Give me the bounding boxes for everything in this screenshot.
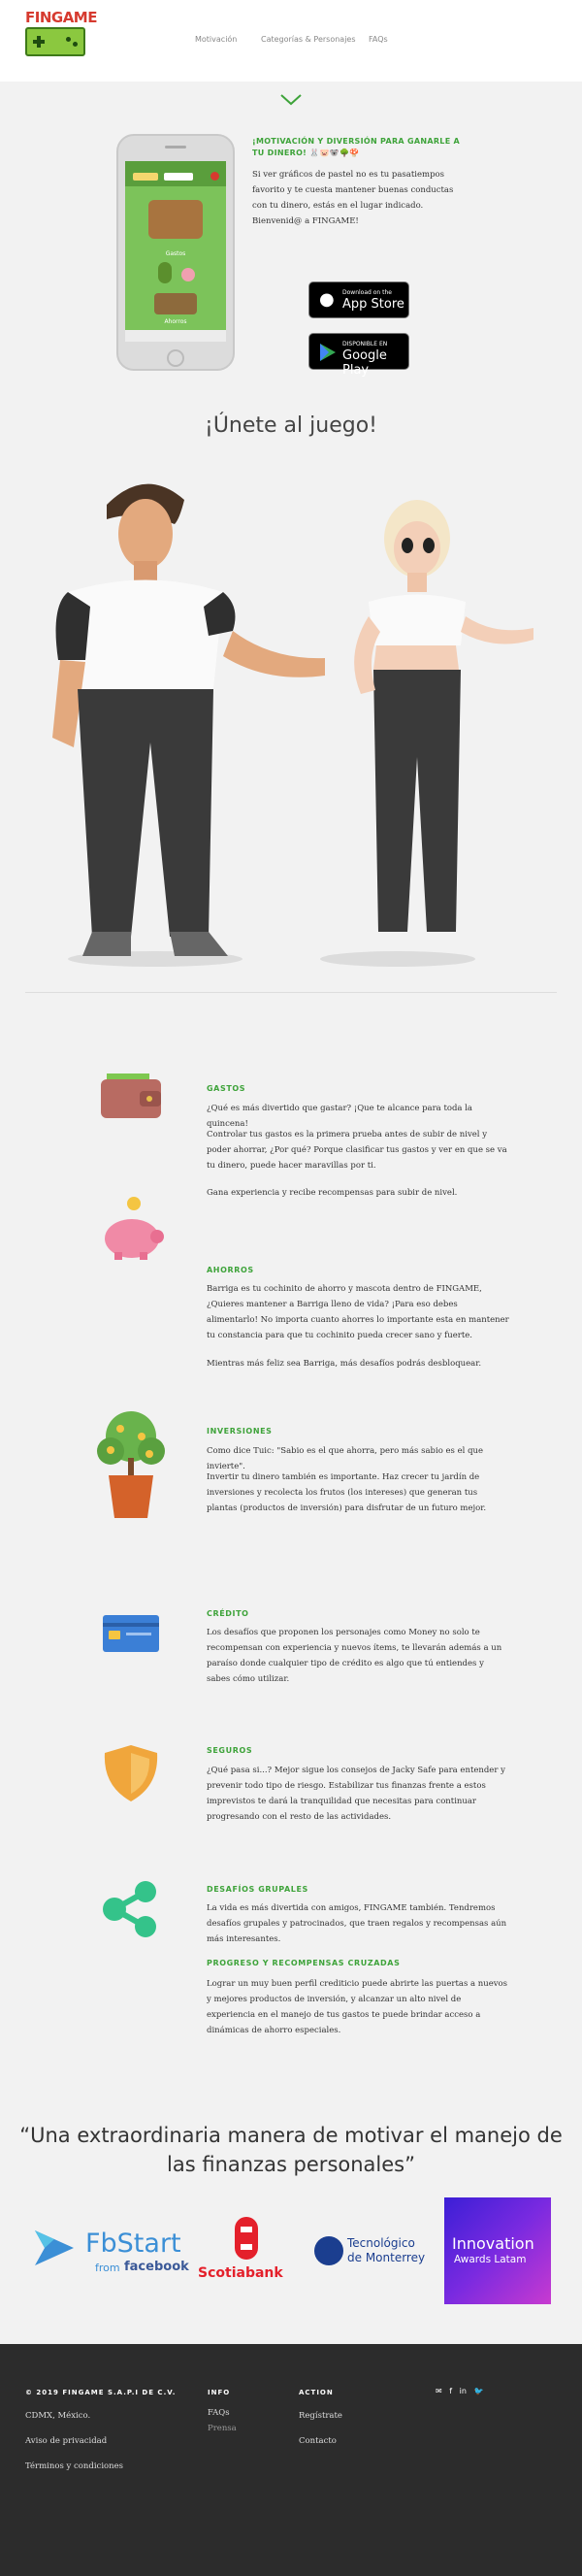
google-play-small-label: DISPONIBLE EN	[342, 341, 388, 347]
innovation-label: Innovation	[452, 2234, 534, 2253]
footer-copyright: © 2019 FINGAME S.A.P.I DE C.V.	[25, 2389, 177, 2396]
footer-privacy-link[interactable]: Aviso de privacidad	[25, 2436, 107, 2446]
footer-press-link[interactable]: Prensa	[208, 2424, 237, 2433]
feature-text-inversiones-2: Invertir tu dinero también es importante…	[207, 1472, 487, 1513]
footer-faqs-link[interactable]: FAQs	[208, 2408, 230, 2418]
tec-monterrey-logo[interactable]: Tecnológico de Monterrey	[314, 2234, 431, 2269]
scotiabank-s-icon	[235, 2217, 258, 2260]
brand-name: FINGAME	[25, 9, 97, 26]
section-divider	[25, 992, 557, 993]
testimonial-quote: “Una extraordinaria manera de motivar el…	[19, 2124, 563, 2176]
feature-text-gastos-2: Controlar tus gastos es la primera prueb…	[207, 1130, 507, 1171]
phone-mockup: Gastos Ahorros	[116, 134, 235, 371]
site-header: FINGAME Motivación Categorías & Personaj…	[0, 0, 582, 82]
scotiabank-logo[interactable]: Scotiabank	[198, 2217, 295, 2285]
feature-title-progreso: PROGRESO Y RECOMPENSAS CRUZADAS	[207, 1959, 401, 1967]
fbstart-from-label: from	[95, 2262, 120, 2274]
share-icon	[103, 1881, 156, 1937]
feature-text-ahorros-2: Mientras más feliz sea Barriga, más desa…	[207, 1359, 482, 1369]
nav-motivacion[interactable]: Motivación	[195, 35, 237, 44]
footer-location: CDMX, México.	[25, 2411, 91, 2421]
apple-icon: ●	[319, 289, 335, 310]
footer-register-link[interactable]: Regístrate	[299, 2411, 342, 2421]
fbstart-label: FbStart	[85, 2229, 181, 2259]
google-play-label: Google Play	[342, 348, 387, 378]
feature-title-desafios: DESAFÍOS GRUPALES	[207, 1885, 308, 1894]
footer-action-title: ACTION	[299, 2389, 334, 2396]
feature-title-seguros: SEGUROS	[207, 1746, 253, 1755]
feature-text-desafios-1: La vida es más divertida con amigos, FIN…	[207, 1903, 507, 1944]
join-heading: ¡Únete al juego!	[205, 413, 377, 438]
feature-title-inversiones: INVERSIONES	[207, 1427, 273, 1436]
promo-title: ¡MOTIVACIÓN Y DIVERSIÓN PARA GANARLE A T…	[252, 137, 461, 157]
promo-text: Si ver gráficos de pastel no es tu pasat…	[252, 170, 454, 226]
nav-categorias[interactable]: Categorías & Personajes	[261, 35, 356, 44]
chevron-down-icon[interactable]	[279, 93, 303, 107]
feature-title-credito: CRÉDITO	[207, 1609, 249, 1618]
innovation-awards-logo[interactable]: Innovation Awards Latam	[444, 2197, 551, 2304]
screen-label-gastos: Gastos	[165, 250, 186, 257]
tec-label-2: de Monterrey	[347, 2251, 426, 2264]
app-store-small-label: Download on the	[342, 289, 392, 296]
facebook-icon[interactable]: f	[449, 2387, 452, 2395]
scotiabank-label: Scotiabank	[198, 2265, 283, 2281]
shield-icon	[104, 1745, 158, 1801]
footer-info-title: INFO	[208, 2389, 231, 2396]
site-footer	[0, 2344, 582, 2576]
feature-text-ahorros-1: Barriga es tu cochinito de ahorro y masc…	[207, 1284, 509, 1340]
credit-card-icon	[103, 1615, 159, 1652]
app-screen-image: Gastos Ahorros	[125, 161, 226, 342]
google-play-button[interactable]: DISPONIBLE EN Google Play	[308, 333, 409, 378]
awards-latam-label: Awards Latam	[454, 2254, 527, 2265]
gamepad-icon	[25, 27, 85, 56]
twitter-icon[interactable]: 🐦	[473, 2387, 483, 2395]
phone-home-button	[167, 349, 184, 367]
phone-speaker	[165, 146, 186, 149]
feature-title-gastos: GASTOS	[207, 1084, 246, 1093]
screen-label-ahorros: Ahorros	[164, 318, 187, 325]
feature-text-credito-1: Los desafíos que proponen los personajes…	[207, 1628, 502, 1684]
fbstart-arrow-icon	[35, 2230, 74, 2265]
brand-logo[interactable]: FINGAME	[25, 9, 97, 56]
linkedin-icon[interactable]: in	[460, 2387, 467, 2395]
characters-illustration	[52, 483, 534, 967]
feature-text-gastos-3: Gana experiencia y recibe recompensas pa…	[207, 1188, 458, 1198]
play-icon	[320, 344, 336, 361]
feature-text-seguros-1: ¿Qué pasa si...? Mejor sigue los consejo…	[207, 1766, 505, 1822]
email-icon[interactable]: ✉	[436, 2387, 442, 2395]
feature-title-ahorros: AHORROS	[207, 1266, 254, 1274]
piggy-bank-icon	[105, 1197, 164, 1260]
fbstart-logo[interactable]: FbStart from facebook	[35, 2229, 189, 2277]
app-store-label: App Store	[342, 297, 404, 312]
footer-contact-link[interactable]: Contacto	[299, 2436, 337, 2446]
nav-faqs[interactable]: FAQs	[369, 35, 388, 44]
app-store-button[interactable]: ● Download on the App Store	[308, 281, 409, 318]
tec-label-1: Tecnológico	[347, 2236, 415, 2250]
money-tree-icon	[97, 1411, 165, 1518]
wallet-icon	[101, 1073, 161, 1118]
facebook-label: facebook	[124, 2260, 189, 2274]
footer-terms-link[interactable]: Términos y condiciones	[25, 2461, 123, 2471]
tec-seal-icon	[314, 2236, 343, 2265]
feature-text-progreso-1: Lograr un muy buen perfil crediticio pue…	[207, 1979, 508, 2035]
